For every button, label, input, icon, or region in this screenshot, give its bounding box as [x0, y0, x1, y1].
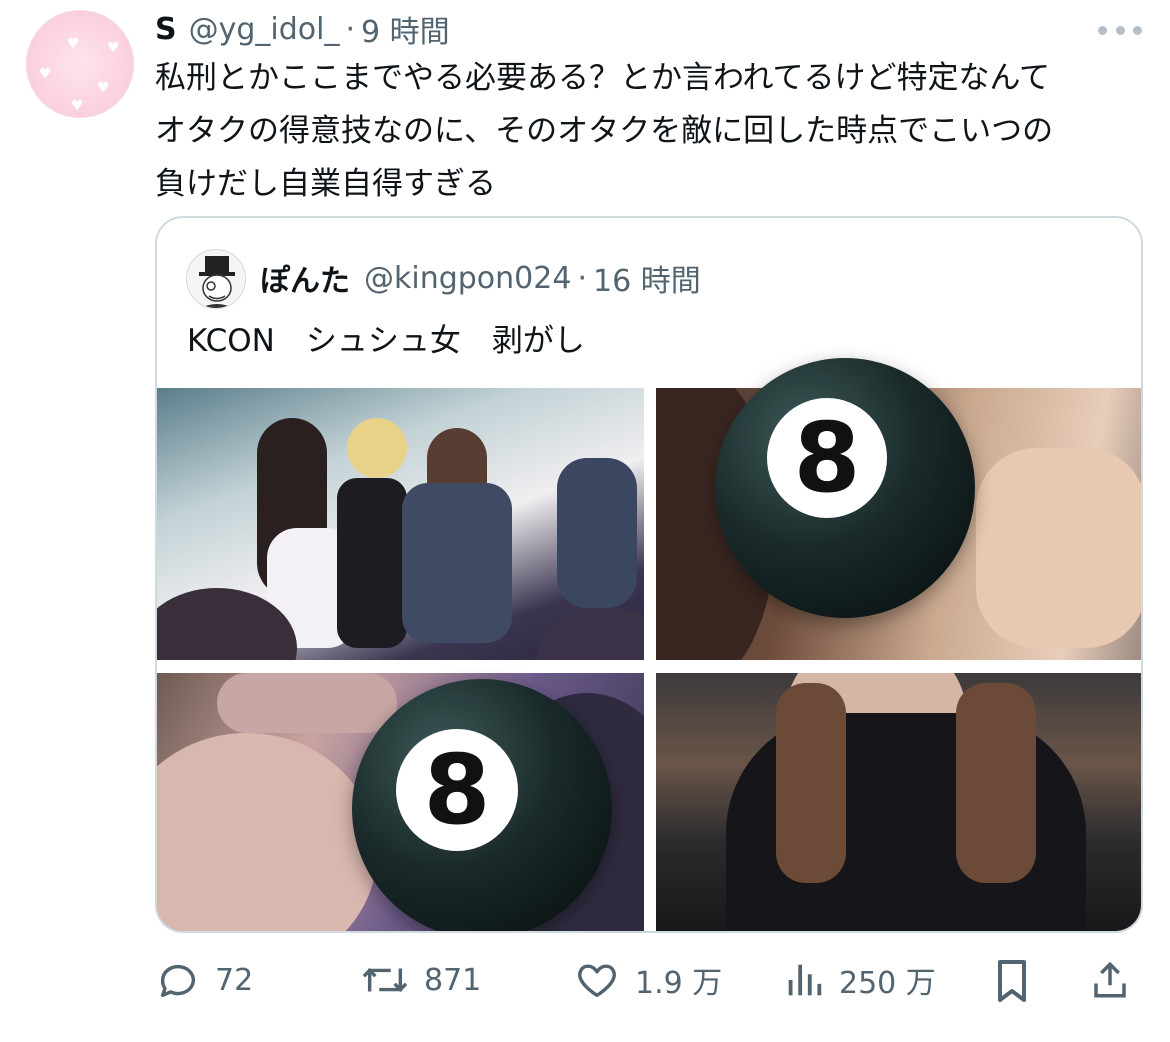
reply-button[interactable]: 72 [155, 950, 253, 1010]
eight-ball-sticker: 8 [352, 679, 612, 931]
separator-dot: · [345, 11, 356, 47]
heart-pattern: ♥ [39, 66, 52, 82]
quoted-tweet-header: ぽんた @kingpon024 · 16 時間 [260, 256, 701, 300]
quoted-tweet-timestamp[interactable]: 16 時間 [593, 256, 701, 300]
author-name[interactable]: S [155, 12, 177, 47]
eight-ball-number: 8 [793, 402, 861, 514]
heart-pattern: ♥ [67, 36, 80, 52]
tweet-text-line: 私刑とかここまでやる必要ある？とか言われてるけど特定なんて [155, 60, 1050, 96]
quoted-author-handle[interactable]: @kingpon024 [364, 261, 571, 296]
tweet-text-line: 負けだし自業自得すぎる [155, 166, 496, 202]
separator-dot: · [577, 260, 587, 296]
retweet-button[interactable]: 871 [360, 950, 481, 1010]
quoted-author-name[interactable]: ぽんた [260, 256, 350, 300]
retweet-count: 871 [424, 962, 482, 998]
author-avatar[interactable]: ♥ ♥ ♥ ♥ ♥ [26, 10, 134, 118]
like-count: 1.9 万 [635, 966, 723, 1001]
views-button[interactable]: 250 万 [783, 950, 936, 1010]
media-stage-photo[interactable] [157, 388, 644, 660]
like-button[interactable]: 1.9 万 [573, 950, 722, 1010]
bookmark-button[interactable] [991, 950, 1033, 1010]
share-button[interactable] [1089, 950, 1131, 1010]
eight-ball-number: 8 [423, 734, 491, 846]
heart-icon [578, 964, 616, 998]
action-bar: 72 871 1.9 万 250 万 [155, 950, 1145, 1010]
author-handle[interactable]: @yg_idol_ [189, 12, 340, 47]
tweet-header: S @yg_idol_ · 9 時間 [155, 7, 450, 51]
heart-pattern: ♥ [97, 80, 110, 96]
character-avatar-icon [187, 250, 245, 308]
views-icon [788, 964, 822, 996]
heart-pattern: ♥ [71, 98, 84, 114]
quoted-author-avatar[interactable] [186, 249, 246, 309]
reply-icon [160, 965, 196, 998]
media-staff-photo[interactable] [656, 673, 1141, 931]
media-grid [157, 388, 1141, 931]
bookmark-icon [998, 960, 1026, 1002]
quoted-tweet[interactable]: ぽんた @kingpon024 · 16 時間 KCON シュシュ女 剥がし 8… [155, 216, 1143, 933]
tweet-text-line: オタクの得意技なのに、そのオタクを敵に回した時点でこいつの [155, 113, 1054, 149]
eight-ball-sticker: 8 [715, 358, 975, 618]
tweet-text: 私刑とかここまでやる必要ある？とか言われてるけど特定なんて オタクの得意技なのに… [155, 52, 1145, 211]
retweet-icon [362, 967, 408, 993]
share-icon [1094, 961, 1126, 998]
heart-pattern: ♥ [107, 40, 120, 56]
quoted-tweet-text: KCON シュシュ女 剥がし [187, 323, 585, 359]
reply-count: 72 [215, 962, 254, 998]
tweet-timestamp[interactable]: 9 時間 [361, 7, 450, 51]
view-count: 250 万 [839, 966, 936, 1001]
more-icon[interactable] [1098, 16, 1142, 44]
